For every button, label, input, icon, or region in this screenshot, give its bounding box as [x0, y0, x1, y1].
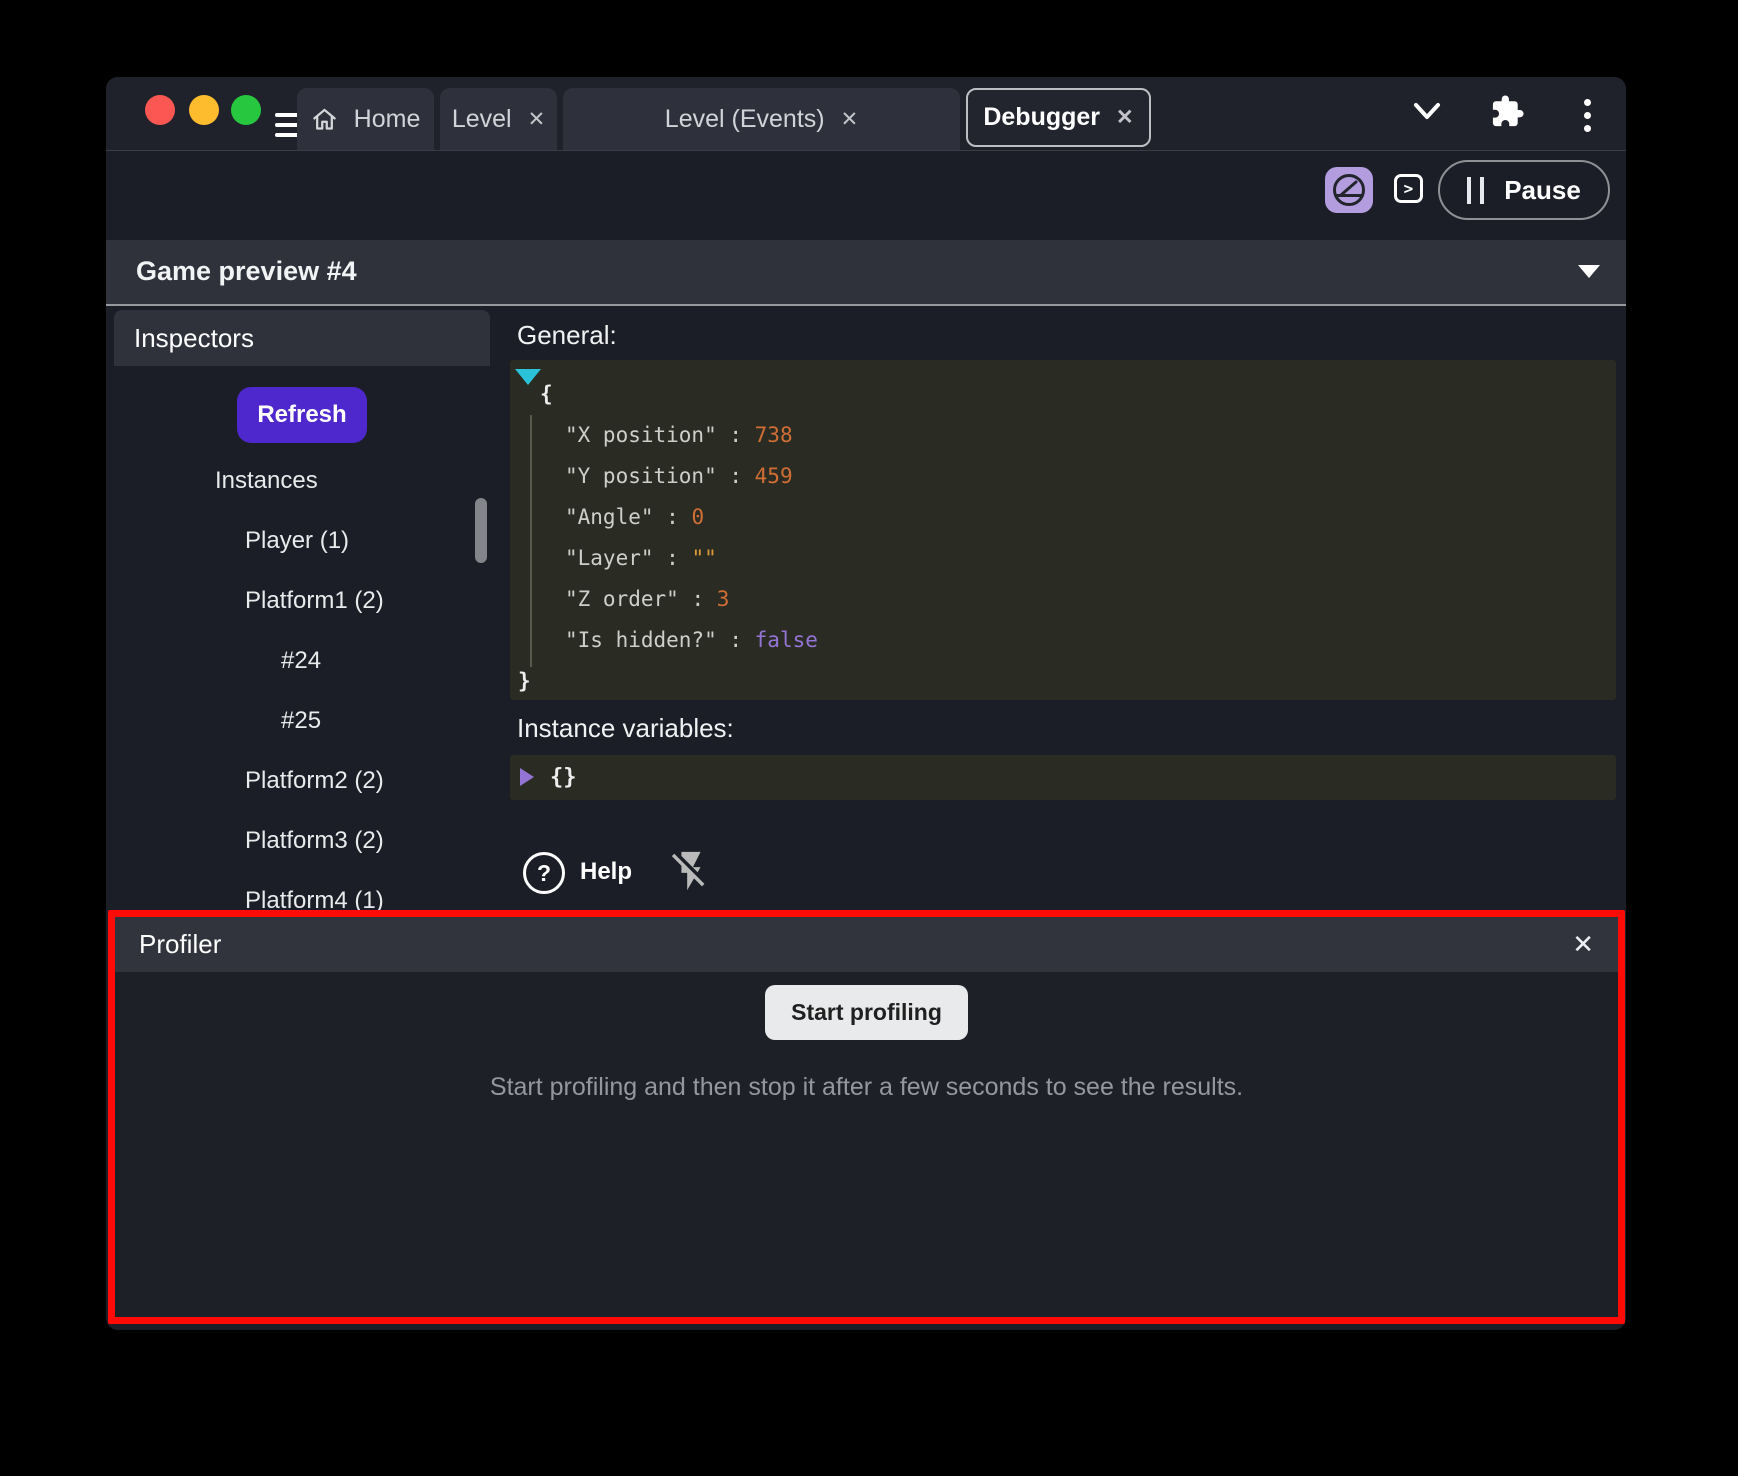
pause-button[interactable]: Pause	[1438, 160, 1610, 220]
kebab-dot	[1584, 99, 1591, 106]
profiler-panel: Profiler ✕ Start profiling Start profili…	[108, 910, 1625, 1324]
tree-item-platform3[interactable]: Platform3 (2)	[114, 811, 480, 871]
json-open-brace: {	[510, 374, 1616, 415]
instance-variables-label: Instance variables:	[517, 713, 734, 744]
instance-variables-view: {}	[510, 755, 1616, 800]
json-key: "Y position"	[565, 464, 717, 488]
json-separator: :	[717, 628, 755, 652]
console-prompt-icon: >	[1404, 179, 1414, 198]
json-row: "Angle" : 0	[510, 497, 1616, 538]
collapse-triangle-icon[interactable]	[515, 369, 541, 385]
inspectors-tree: Instances Player (1) Platform1 (2) #24 #…	[114, 451, 480, 931]
indent-guide	[530, 415, 532, 667]
json-key: "Angle"	[565, 505, 654, 529]
tab-level-events[interactable]: Level (Events) ✕	[563, 88, 960, 150]
tree-item-instance-25[interactable]: #25	[114, 691, 480, 751]
json-value: 459	[755, 464, 793, 488]
tree-item-instances[interactable]: Instances	[114, 451, 480, 511]
json-separator: :	[679, 587, 717, 611]
console-button[interactable]: >	[1394, 174, 1423, 203]
json-row: "Z order" : 3	[510, 579, 1616, 620]
titlebar: Home Level ✕ Level (Events) ✕ Debugger ✕	[106, 77, 1626, 151]
json-key: "Is hidden?"	[565, 628, 717, 652]
pause-icon	[1467, 177, 1484, 204]
json-close-brace: }	[510, 661, 1616, 702]
debugger-window: Home Level ✕ Level (Events) ✕ Debugger ✕	[106, 77, 1626, 1330]
json-row: "Y position" : 459	[510, 456, 1616, 497]
tab-level[interactable]: Level ✕	[440, 88, 557, 150]
instance-variables-value: {}	[550, 755, 577, 800]
expand-triangle-icon[interactable]	[520, 768, 534, 786]
kebab-dot	[1584, 125, 1591, 132]
game-preview-title: Game preview #4	[136, 256, 357, 287]
start-profiling-button[interactable]: Start profiling	[765, 985, 968, 1040]
tree-item-player[interactable]: Player (1)	[114, 511, 480, 571]
general-json-view: { "X position" : 738 "Y position" : 459 …	[510, 360, 1616, 700]
json-key: "X position"	[565, 423, 717, 447]
window-zoom-button[interactable]	[231, 95, 261, 125]
chevron-down-icon[interactable]	[1412, 100, 1442, 122]
json-separator: :	[717, 423, 755, 447]
auto-refresh-off-icon[interactable]	[668, 846, 714, 896]
window-close-button[interactable]	[145, 95, 175, 125]
tab-label: Home	[354, 105, 421, 134]
tab-label: Level	[452, 105, 512, 134]
json-key: "Z order"	[565, 587, 679, 611]
profiler-toggle-button[interactable]	[1325, 167, 1373, 213]
profiler-message: Start profiling and then stop it after a…	[115, 1073, 1618, 1102]
json-value: 3	[717, 587, 730, 611]
help-button[interactable]: ?	[523, 852, 565, 894]
json-value: 0	[691, 505, 704, 529]
window-minimize-button[interactable]	[189, 95, 219, 125]
json-value: ""	[691, 546, 716, 570]
tree-item-instance-24[interactable]: #24	[114, 631, 480, 691]
json-key: "Layer"	[565, 546, 654, 570]
refresh-button[interactable]: Refresh	[237, 387, 367, 443]
tree-item-platform2[interactable]: Platform2 (2)	[114, 751, 480, 811]
tab-label: Debugger	[983, 103, 1100, 132]
profiler-header: Profiler ✕	[115, 917, 1618, 972]
home-icon	[311, 106, 338, 133]
json-row: "Is hidden?" : false	[510, 620, 1616, 661]
profiler-body: Start profiling Start profiling and then…	[115, 972, 1618, 1102]
pause-label: Pause	[1504, 175, 1581, 206]
general-label: General:	[517, 320, 617, 351]
json-value: false	[755, 628, 818, 652]
kebab-menu-icon[interactable]	[1584, 99, 1591, 132]
speedometer-icon	[1329, 171, 1369, 209]
extensions-puzzle-icon[interactable]	[1490, 94, 1525, 129]
tab-close-icon[interactable]: ✕	[528, 109, 546, 130]
inspectors-header: Inspectors	[114, 310, 490, 366]
json-value: 738	[755, 423, 793, 447]
tab-close-icon[interactable]: ✕	[1116, 107, 1134, 128]
dropdown-caret-icon	[1578, 265, 1600, 278]
sidebar-scrollbar-thumb[interactable]	[475, 498, 487, 563]
tree-item-platform1[interactable]: Platform1 (2)	[114, 571, 480, 631]
tab-home[interactable]: Home	[297, 88, 434, 150]
json-row: "X position" : 738	[510, 415, 1616, 456]
tab-strip: Home Level ✕ Level (Events) ✕ Debugger ✕	[297, 88, 1151, 150]
kebab-dot	[1584, 112, 1591, 119]
json-separator: :	[654, 546, 692, 570]
game-preview-selector[interactable]: Game preview #4	[106, 240, 1626, 306]
json-separator: :	[717, 464, 755, 488]
json-row: "Layer" : ""	[510, 538, 1616, 579]
tab-label: Level (Events)	[665, 105, 825, 134]
tab-close-icon[interactable]: ✕	[841, 109, 859, 130]
help-label: Help	[580, 858, 632, 886]
question-mark-icon: ?	[537, 860, 551, 887]
tab-debugger[interactable]: Debugger ✕	[966, 88, 1151, 147]
json-separator: :	[654, 505, 692, 529]
profiler-title: Profiler	[139, 929, 1572, 960]
profiler-close-icon[interactable]: ✕	[1572, 929, 1594, 960]
